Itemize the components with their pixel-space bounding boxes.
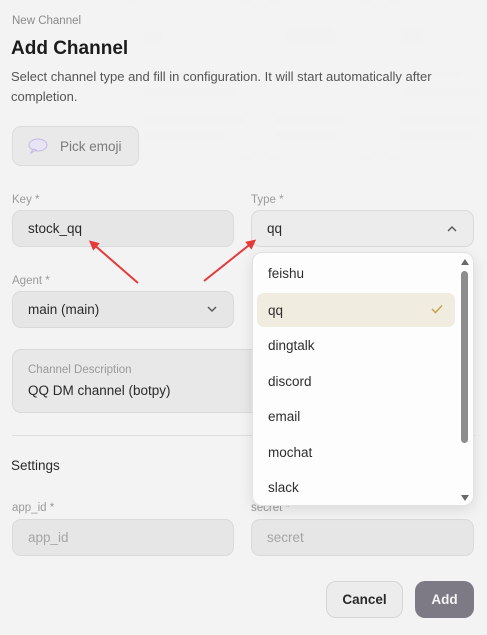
app-id-placeholder: app_id xyxy=(28,530,69,545)
type-dropdown-menu: feishu qq dingtalk discord email mochat … xyxy=(252,252,474,506)
key-input[interactable]: stock_qq xyxy=(12,210,234,247)
dialog-title: Add Channel xyxy=(11,38,129,59)
type-option-feishu[interactable]: feishu xyxy=(257,256,455,290)
type-option-dingtalk[interactable]: dingtalk xyxy=(257,328,455,362)
dialog-subtitle: Select channel type and fill in configur… xyxy=(11,69,432,104)
app-id-label: app_id * xyxy=(12,502,55,514)
type-option-slack[interactable]: slack xyxy=(257,470,455,504)
type-option-discord[interactable]: discord xyxy=(257,364,455,398)
description-label: Channel Description xyxy=(28,364,132,376)
type-option-mochat[interactable]: mochat xyxy=(257,435,455,469)
secret-placeholder: secret xyxy=(267,530,304,545)
option-label: discord xyxy=(268,373,312,389)
speech-bubble-icon xyxy=(28,138,48,154)
scrollbar-thumb[interactable] xyxy=(461,271,468,443)
type-option-email[interactable]: email xyxy=(257,399,455,433)
pick-emoji-label: Pick emoji xyxy=(60,138,122,154)
agent-value: main (main) xyxy=(28,302,100,317)
option-label: feishu xyxy=(268,265,305,281)
secret-input[interactable]: secret xyxy=(251,519,474,556)
scroll-down-arrow-icon[interactable] xyxy=(461,495,469,501)
option-label: dingtalk xyxy=(268,337,315,353)
chevron-up-icon xyxy=(447,226,457,232)
agent-label: Agent * xyxy=(12,275,50,287)
option-label: mochat xyxy=(268,444,313,460)
type-value: qq xyxy=(267,221,283,236)
type-select[interactable]: qq xyxy=(251,210,474,247)
dialog-eyebrow: New Channel xyxy=(12,15,82,27)
option-label: email xyxy=(268,408,301,424)
key-label: Key * xyxy=(12,194,40,206)
type-label: Type * xyxy=(251,194,284,206)
check-icon xyxy=(431,304,443,314)
dropdown-scrollbar[interactable] xyxy=(460,257,469,503)
add-button[interactable]: Add xyxy=(415,581,474,618)
option-label: slack xyxy=(268,479,299,495)
option-label: qq xyxy=(268,302,284,318)
type-option-qq[interactable]: qq xyxy=(257,293,455,327)
key-value: stock_qq xyxy=(28,221,83,236)
chevron-down-icon xyxy=(207,306,217,312)
channel-description-field[interactable]: Channel Description QQ DM channel (botpy… xyxy=(12,349,274,413)
settings-heading: Settings xyxy=(11,458,60,473)
description-value: QQ DM channel (botpy) xyxy=(28,383,171,398)
pick-emoji-button[interactable]: Pick emoji xyxy=(12,126,139,166)
scroll-up-arrow-icon[interactable] xyxy=(461,259,469,265)
app-id-input[interactable]: app_id xyxy=(12,519,234,556)
cancel-button[interactable]: Cancel xyxy=(326,581,403,618)
agent-select[interactable]: main (main) xyxy=(12,291,234,328)
